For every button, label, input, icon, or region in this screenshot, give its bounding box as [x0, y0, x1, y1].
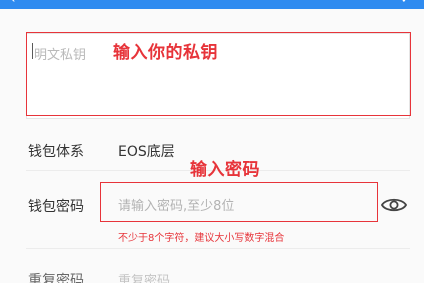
- repeat-password-input[interactable]: 重复密码: [118, 270, 170, 283]
- wallet-system-label: 钱包体系: [28, 144, 84, 160]
- divider: [26, 248, 410, 249]
- app-bar: ‹ ✓: [0, 0, 424, 9]
- password-annotation: 输入密码: [190, 160, 260, 180]
- private-key-annotation: 输入你的私钥: [113, 43, 218, 63]
- eye-icon[interactable]: [381, 195, 407, 215]
- private-key-highlight-box: [26, 32, 411, 116]
- repeat-password-label: 重复密码: [28, 273, 84, 283]
- wallet-password-label: 钱包密码: [28, 199, 84, 215]
- wallet-system-value: EOS底层: [118, 144, 175, 160]
- back-arrow-icon[interactable]: ‹: [10, 0, 16, 6]
- password-hint: 不少于8个字符，建议大小写数字混合: [118, 233, 285, 244]
- import-wallet-page: ‹ ✓ 明文私钥 输入你的私钥 钱包体系 EOS底层 输入密码 钱包密码 不少于…: [0, 0, 424, 283]
- confirm-check-icon[interactable]: ✓: [400, 0, 412, 6]
- password-highlight-box: [100, 182, 378, 222]
